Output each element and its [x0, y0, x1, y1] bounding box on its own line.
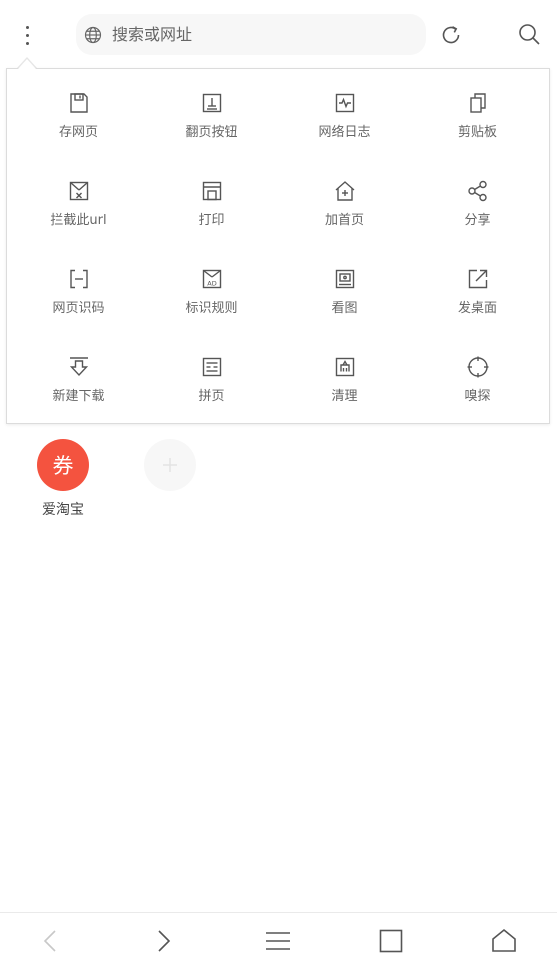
menu-item-share[interactable]: 分享 — [411, 160, 544, 248]
add-home-icon — [335, 181, 354, 201]
home-icon[interactable] — [490, 927, 518, 955]
download-icon — [69, 357, 88, 377]
menu-item-block-url[interactable]: 拦截此url — [12, 160, 145, 248]
menu-item-network-log[interactable]: 网络日志 — [278, 72, 411, 160]
menu-item-label: 加首页 — [324, 213, 364, 228]
menu-item-send-desktop[interactable]: 发桌面 — [411, 248, 544, 336]
coupon-glyph: 券 — [52, 454, 74, 478]
add-shortcut-button[interactable] — [144, 439, 196, 491]
menu-item-clipboard[interactable]: 剪贴板 — [411, 72, 544, 160]
dot — [25, 41, 29, 45]
search-icon[interactable] — [517, 22, 541, 46]
menu-item-label: 拼页 — [198, 389, 225, 404]
menu-item-add-home[interactable]: 加首页 — [278, 160, 411, 248]
dot — [25, 25, 29, 29]
plus-icon — [144, 439, 196, 491]
menu-item-clean[interactable]: 清理 — [278, 336, 411, 424]
page-turn-button-icon — [202, 93, 221, 113]
send-desktop-icon — [468, 269, 487, 289]
refresh-icon[interactable] — [439, 23, 463, 47]
menu-item-print[interactable]: 打印 — [145, 160, 278, 248]
menu-item-label: 新建下载 — [52, 389, 105, 404]
menu-item-label: 剪贴板 — [457, 125, 497, 140]
merge-page-icon — [202, 357, 221, 377]
block-url-icon — [69, 181, 88, 201]
menu-item-label: 清理 — [331, 389, 358, 404]
sniff-icon — [467, 356, 488, 378]
save-page-icon — [69, 93, 88, 113]
menu-icon[interactable] — [264, 927, 292, 955]
tabs-icon[interactable] — [377, 927, 405, 955]
menu-grid: 存网页 翻页按钮 网络日志 剪贴板 拦截此url 打印 加首页 分享 网页识码 … — [7, 69, 551, 425]
shortcut-ai-taobao[interactable]: 券 爱淘宝 — [37, 439, 89, 519]
menu-item-label: 拦截此url — [50, 213, 107, 228]
menu-item-save-page[interactable]: 存网页 — [12, 72, 145, 160]
globe-icon — [84, 26, 102, 43]
ad-rule-icon: AD — [202, 269, 221, 289]
clipboard-icon — [469, 93, 486, 113]
scan-code-icon — [69, 269, 88, 289]
back-icon[interactable] — [37, 927, 65, 955]
more-menu-button[interactable] — [14, 20, 40, 50]
menu-item-label: 存网页 — [58, 125, 98, 140]
bottom-navigation — [0, 912, 557, 970]
menu-item-view-image[interactable]: 看图 — [278, 248, 411, 336]
plus-glyph — [163, 458, 177, 472]
menu-item-label: 分享 — [464, 213, 491, 228]
view-image-icon — [335, 269, 354, 289]
menu-item-new-download[interactable]: 新建下载 — [12, 336, 145, 424]
menu-item-label: 看图 — [331, 301, 358, 316]
forward-icon[interactable] — [149, 927, 177, 955]
address-bar[interactable] — [76, 14, 426, 55]
dot — [25, 33, 29, 37]
menu-item-page-turn-button[interactable]: 翻页按钮 — [145, 72, 278, 160]
menu-item-label: 打印 — [198, 213, 225, 228]
shortcut-label: 爱淘宝 — [42, 502, 84, 518]
clean-icon — [335, 357, 354, 377]
popup-pointer-fill — [18, 59, 36, 69]
menu-item-sniff[interactable]: 嗅探 — [411, 336, 544, 424]
menu-item-scan-code[interactable]: 网页识码 — [12, 248, 145, 336]
menu-item-label: 嗅探 — [464, 389, 491, 404]
more-menu-panel: 存网页 翻页按钮 网络日志 剪贴板 拦截此url 打印 加首页 分享 网页识码 … — [6, 68, 550, 424]
menu-item-merge-page[interactable]: 拼页 — [145, 336, 278, 424]
share-icon — [467, 180, 487, 202]
menu-item-label: 标识规则 — [185, 301, 238, 316]
search-input[interactable] — [112, 25, 402, 44]
menu-item-ad-rule[interactable]: AD 标识规则 — [145, 248, 278, 336]
network-log-icon — [335, 93, 354, 113]
menu-item-label: 发桌面 — [457, 301, 497, 316]
print-icon — [202, 181, 221, 201]
menu-item-label: 翻页按钮 — [185, 125, 238, 140]
top-toolbar — [0, 0, 557, 68]
menu-item-label: 网页识码 — [52, 301, 105, 316]
coupon-icon: 券 — [37, 439, 89, 491]
menu-item-label: 网络日志 — [318, 125, 371, 140]
svg-text:AD: AD — [207, 280, 216, 288]
